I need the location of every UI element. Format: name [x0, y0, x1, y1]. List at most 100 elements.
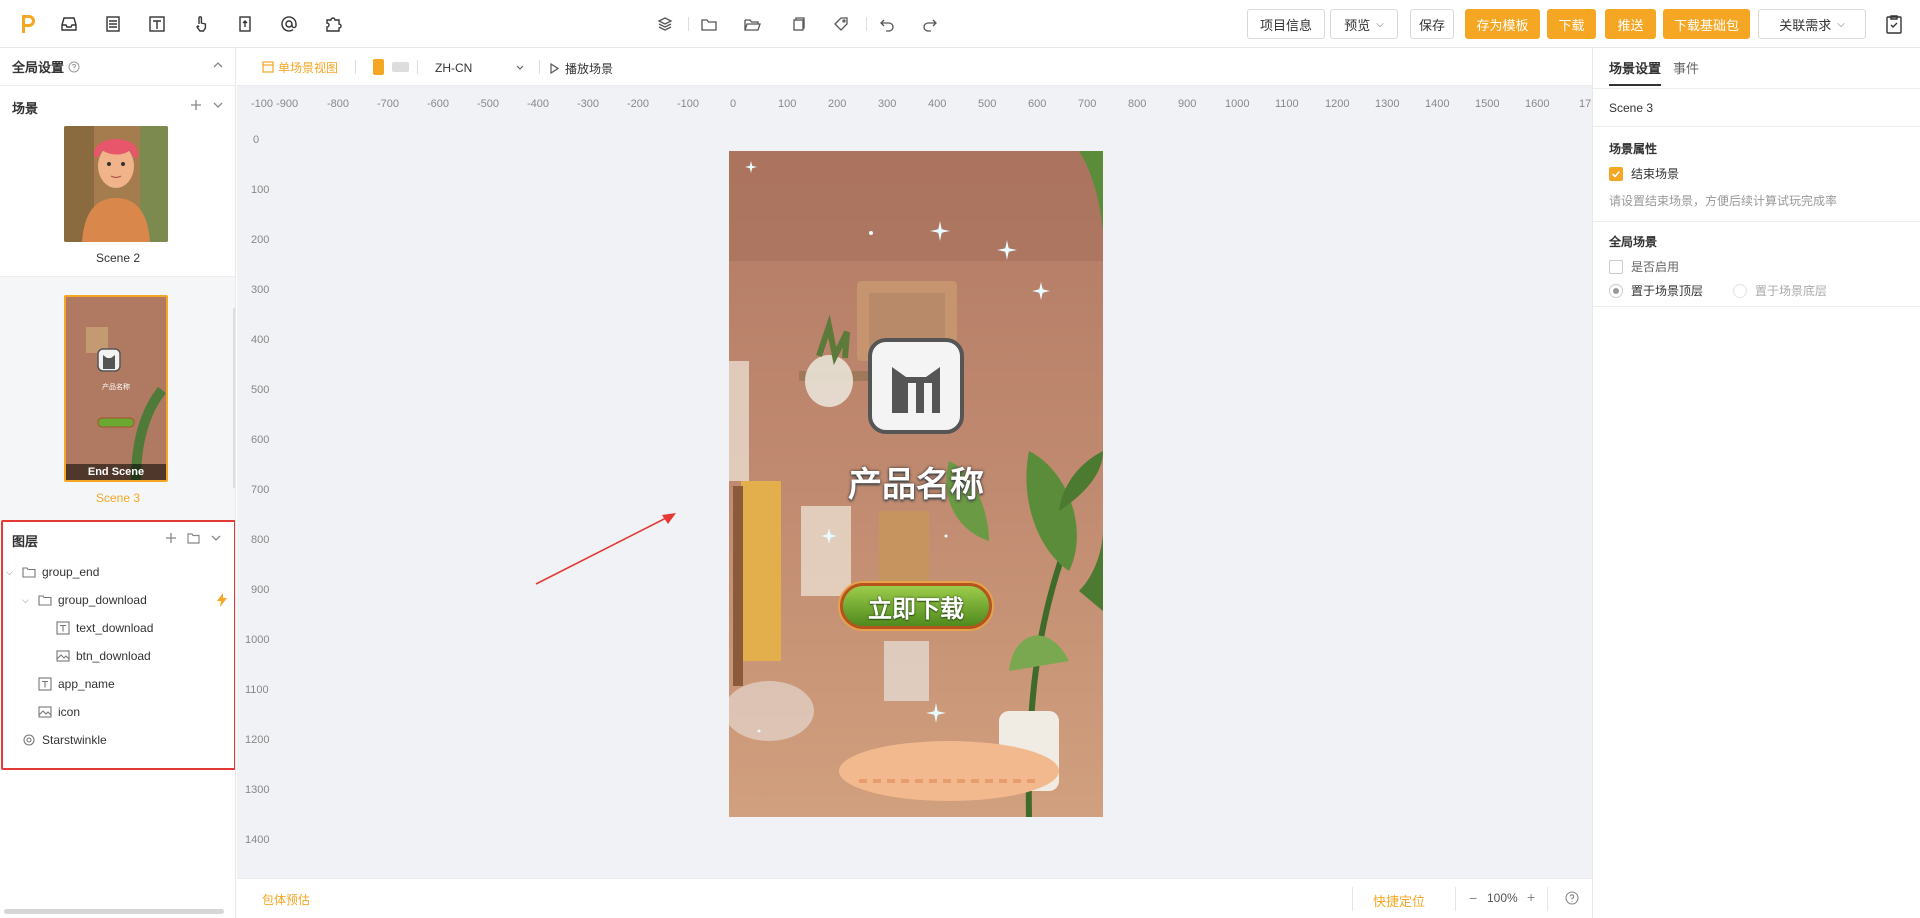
scene-properties-title: 场景属性: [1609, 142, 1658, 156]
place-bottom-label: 置于场景底层: [1755, 284, 1828, 298]
language-value: ZH-CN: [435, 61, 473, 75]
enable-checkbox-row[interactable]: 是否启用: [1609, 258, 1679, 275]
ruler-tick: 1300: [245, 784, 270, 796]
page-icon[interactable]: [102, 13, 124, 35]
ruler-tick: 500: [978, 98, 997, 110]
scene-thumbnail-3[interactable]: 产品名称 End Scene: [64, 295, 168, 482]
hand-pointer-icon[interactable]: [190, 13, 212, 35]
new-group-folder-icon[interactable]: [187, 532, 200, 544]
global-scene-title: 全局场景: [1609, 235, 1658, 249]
particle-effect-icon: [22, 733, 36, 747]
app-name-text[interactable]: 产品名称: [729, 457, 1103, 506]
global-settings-title: 全局设置: [12, 60, 65, 75]
checklist-icon[interactable]: [1883, 13, 1905, 35]
text-tool-icon[interactable]: [146, 13, 168, 35]
place-top-radio[interactable]: [1609, 283, 1623, 298]
image-layer-icon: [56, 649, 70, 663]
scenes-header: 场景: [0, 88, 235, 126]
at-sign-icon[interactable]: [278, 13, 300, 35]
package-size-estimate-link[interactable]: 包体预估: [262, 891, 310, 908]
color-swatch-accent[interactable]: [373, 59, 384, 75]
save-template-button[interactable]: 存为模板: [1465, 9, 1540, 39]
undo-icon[interactable]: [878, 15, 896, 33]
place-top-radio-row[interactable]: 置于场景顶层: [1609, 282, 1703, 299]
scene-preview-phone[interactable]: 产品名称 立即下载: [729, 151, 1103, 817]
save-button[interactable]: 保存: [1410, 9, 1454, 39]
download-button[interactable]: 下载: [1547, 9, 1596, 39]
scene-list-scrollbar[interactable]: [233, 308, 235, 488]
layer-name: app_name: [58, 677, 115, 691]
caret-down-icon[interactable]: ⌵: [6, 567, 18, 578]
chevron-down-icon[interactable]: [210, 532, 222, 544]
ruler-tick: 1200: [245, 734, 270, 746]
folder-icon[interactable]: [700, 15, 718, 33]
add-scene-icon[interactable]: [190, 99, 202, 111]
copy-icon[interactable]: [789, 15, 807, 33]
add-layer-icon[interactable]: [165, 532, 177, 544]
ruler-tick: 1100: [245, 684, 269, 696]
place-bottom-radio-row[interactable]: 置于场景底层: [1733, 282, 1827, 299]
download-base-button[interactable]: 下载基础包: [1663, 9, 1750, 39]
layers-icon[interactable]: [656, 15, 674, 33]
place-bottom-radio[interactable]: [1733, 283, 1747, 298]
preview-dropdown[interactable]: 预览 ⌵: [1330, 9, 1398, 39]
lightning-icon[interactable]: [216, 593, 228, 607]
global-settings-header[interactable]: 全局设置: [0, 48, 235, 86]
layer-item[interactable]: app_name: [38, 670, 115, 698]
ruler-tick: 800: [251, 534, 270, 546]
download-now-button[interactable]: 立即下载: [840, 583, 992, 629]
help-icon[interactable]: [1565, 891, 1579, 905]
enable-checkbox[interactable]: [1609, 259, 1623, 274]
scene-label-active[interactable]: Scene 3: [0, 491, 235, 505]
chevron-down-icon[interactable]: [212, 99, 224, 111]
right-panel: 场景设置 事件 Scene 3 场景属性 结束场景 请设置结束场景，方便后续计算…: [1592, 48, 1920, 918]
scene-label[interactable]: Scene 2: [0, 251, 235, 265]
end-scene-checkbox[interactable]: [1609, 166, 1623, 181]
ruler-tick: 300: [878, 98, 897, 110]
caret-down-icon[interactable]: ⌵: [22, 595, 34, 606]
layer-name: text_download: [76, 621, 154, 635]
push-button[interactable]: 推送: [1605, 9, 1656, 39]
red-arrow-annotation: [535, 513, 676, 585]
app-logo[interactable]: [14, 10, 42, 38]
scene-thumbnail-2[interactable]: [64, 126, 168, 242]
play-scene-button[interactable]: 播放场景: [549, 60, 613, 77]
chevron-up-icon[interactable]: [212, 59, 224, 71]
zoom-in-icon[interactable]: +: [1527, 889, 1535, 905]
document-upload-icon[interactable]: [234, 13, 256, 35]
ruler-tick: 1000: [245, 634, 270, 646]
linked-requirement-dropdown[interactable]: 关联需求 ⌵: [1758, 9, 1866, 39]
end-scene-label: 结束场景: [1631, 167, 1680, 181]
layer-item[interactable]: ⌵ group_download: [22, 586, 147, 614]
tag-icon[interactable]: [832, 15, 850, 33]
language-select[interactable]: ZH-CN: [435, 60, 525, 76]
puzzle-icon[interactable]: [322, 13, 344, 35]
play-icon: [549, 63, 559, 74]
layer-item[interactable]: btn_download: [56, 642, 151, 670]
zoom-out-icon[interactable]: −: [1469, 890, 1477, 906]
help-icon[interactable]: [68, 61, 80, 73]
project-info-button[interactable]: 项目信息: [1247, 9, 1325, 39]
ruler-tick: -400: [527, 98, 550, 110]
view-mode-toggle[interactable]: 单场景视图: [278, 59, 338, 76]
linked-requirement-label: 关联需求: [1779, 17, 1832, 33]
folder-open-icon[interactable]: [743, 15, 761, 33]
folder-icon: [38, 593, 52, 607]
layer-item[interactable]: text_download: [56, 614, 153, 642]
tab-events[interactable]: 事件: [1673, 58, 1699, 77]
redo-icon[interactable]: [921, 15, 939, 33]
quick-locate-button[interactable]: 快捷定位: [1373, 891, 1425, 910]
ruler-tick: 100: [778, 98, 797, 110]
place-top-label: 置于场景顶层: [1631, 284, 1704, 298]
ruler-tick: -100: [677, 98, 700, 110]
color-swatch-gray[interactable]: [392, 62, 409, 72]
image-layer-icon: [38, 705, 52, 719]
inbox-icon[interactable]: [58, 13, 80, 35]
tab-scene-settings[interactable]: 场景设置: [1609, 58, 1662, 86]
layer-item[interactable]: icon: [38, 698, 80, 726]
layer-item[interactable]: ⌵ group_end: [6, 558, 99, 586]
end-scene-checkbox-row[interactable]: 结束场景: [1609, 165, 1679, 182]
layer-item[interactable]: Starstwinkle: [22, 726, 107, 754]
horizontal-scrollbar[interactable]: [4, 909, 224, 914]
layers-title: 图层: [12, 533, 39, 549]
